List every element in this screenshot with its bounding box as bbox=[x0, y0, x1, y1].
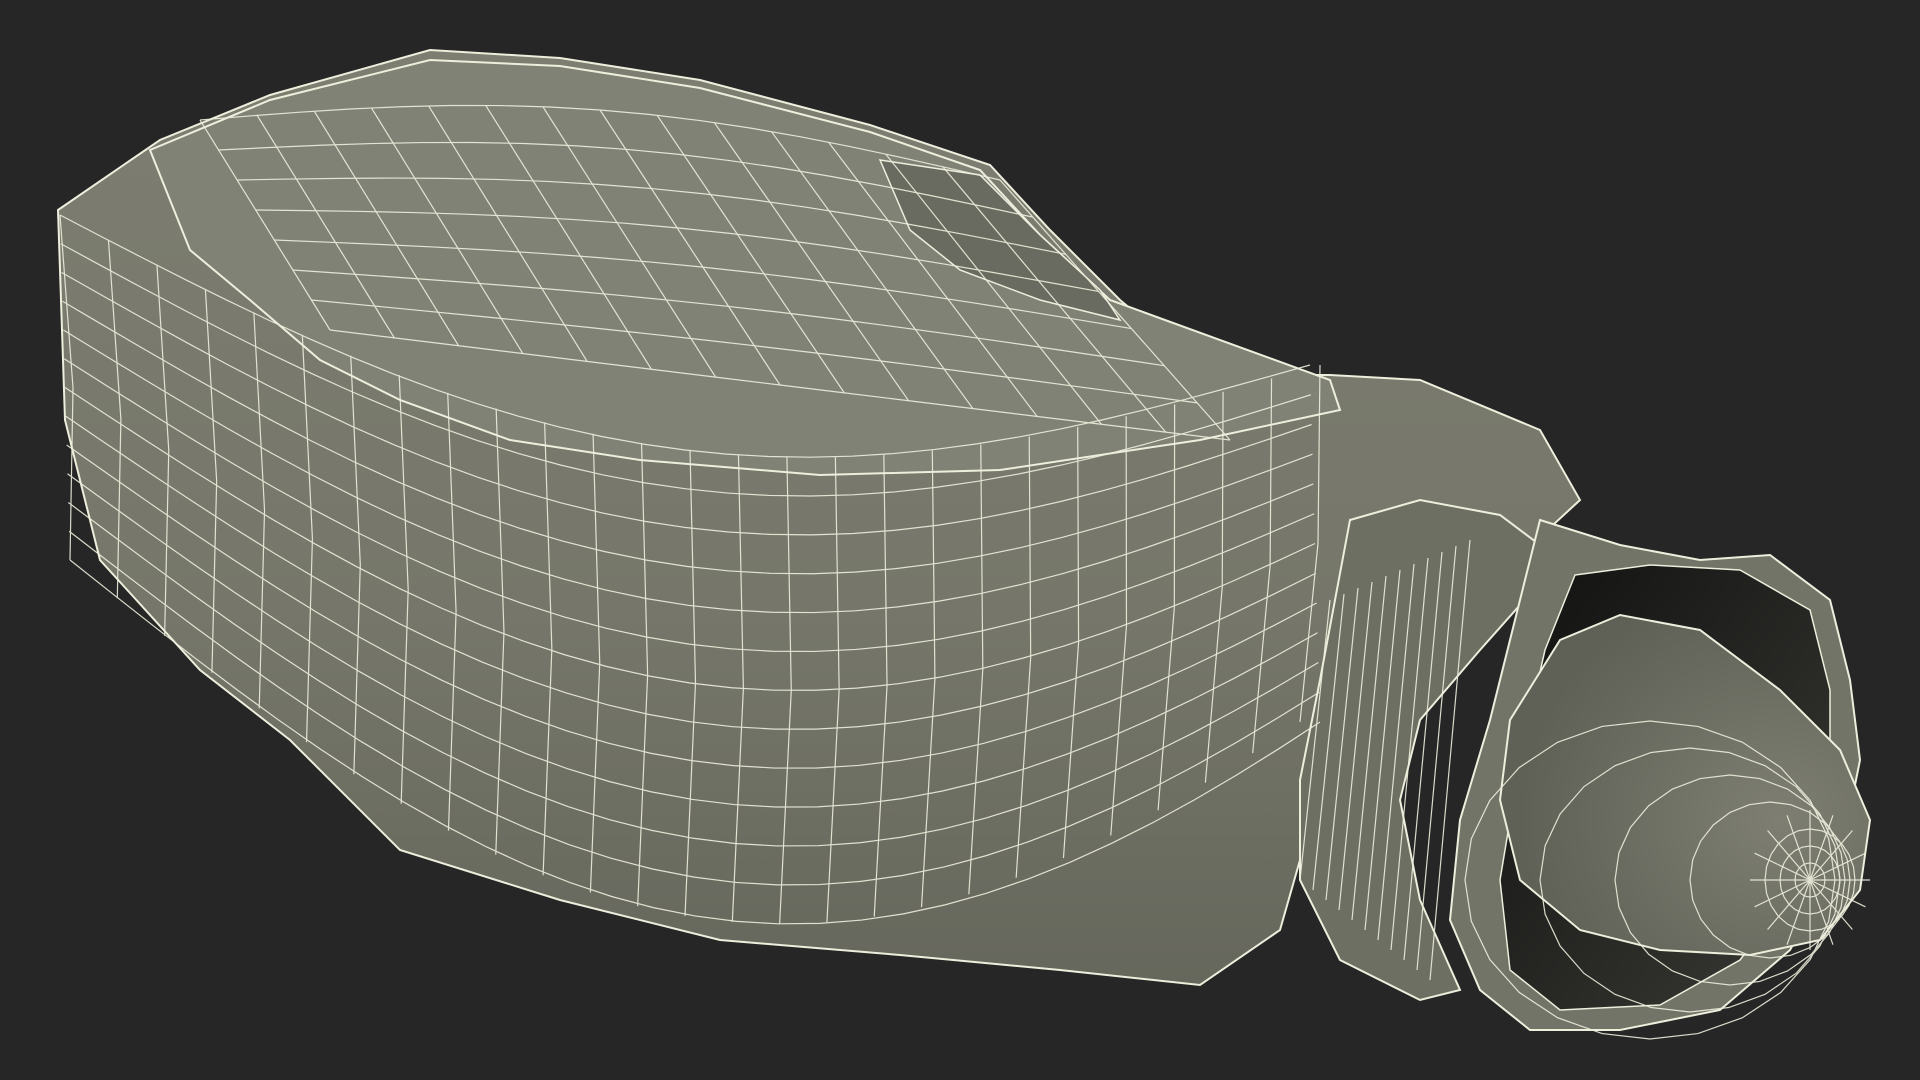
3d-viewport[interactable] bbox=[0, 0, 1920, 1080]
wireframe-render bbox=[56, 48, 1872, 1040]
